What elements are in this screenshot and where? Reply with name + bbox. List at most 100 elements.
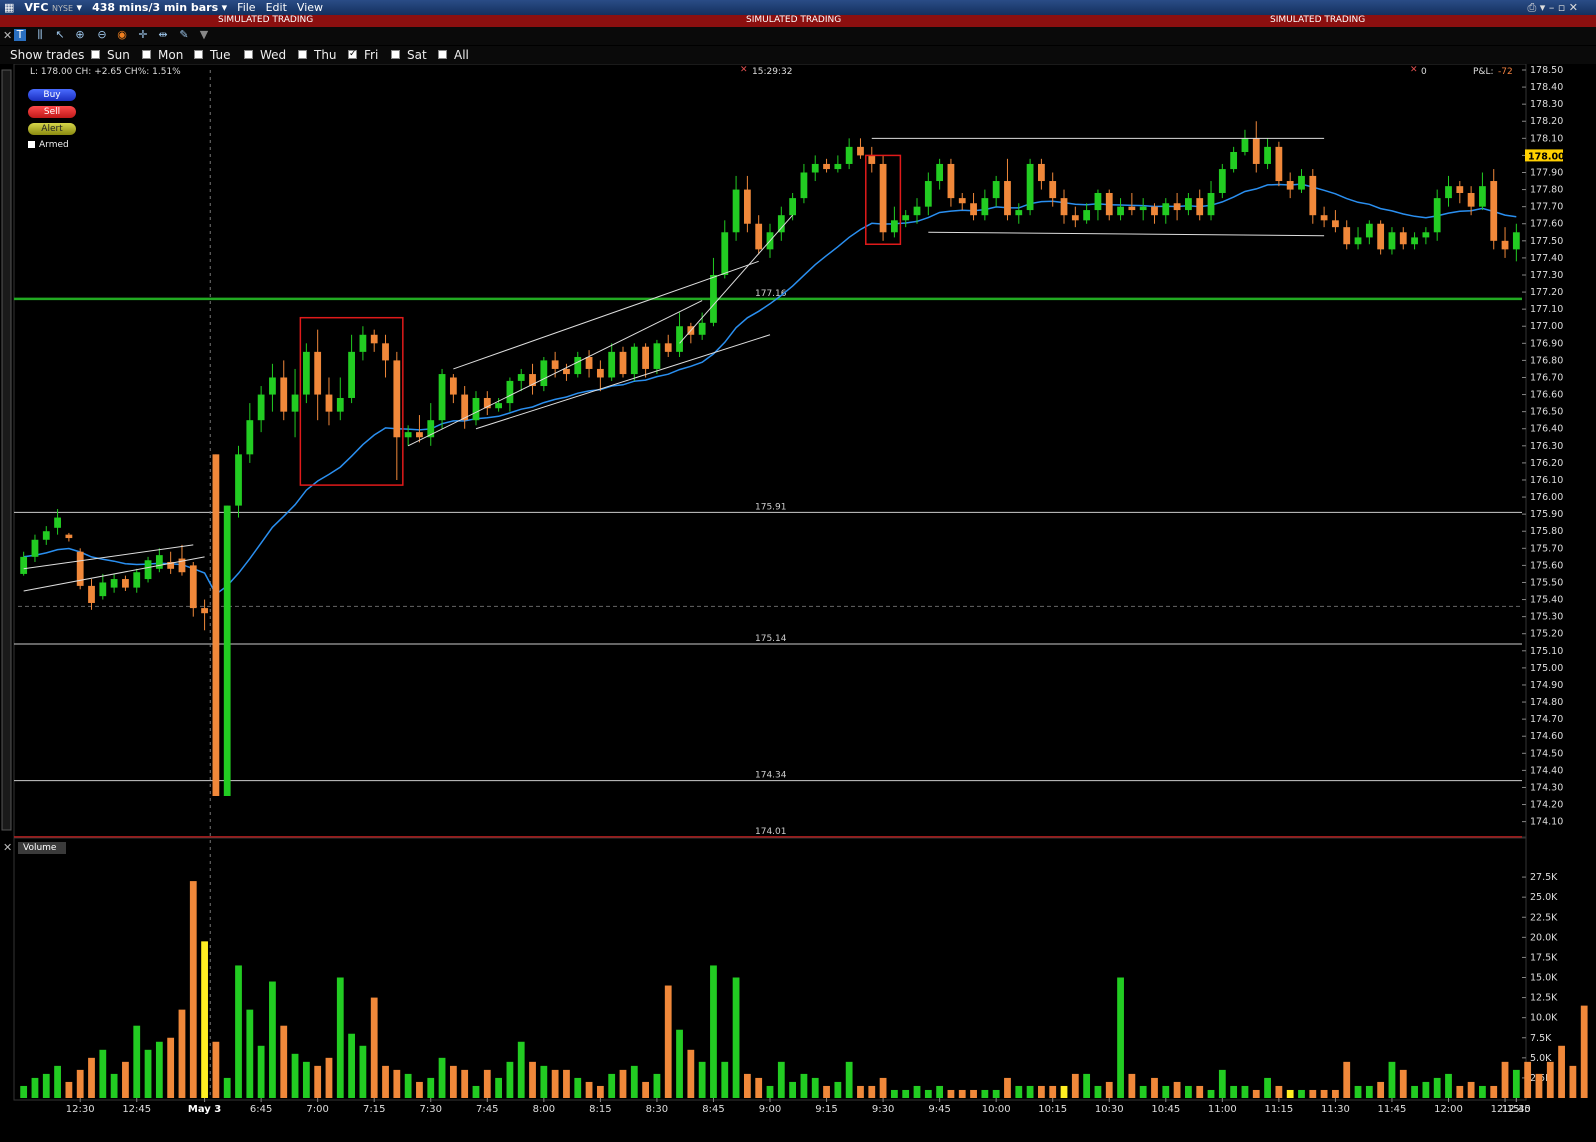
sell-button[interactable]: Sell (28, 106, 76, 118)
volume-bar (1128, 1073, 1136, 1098)
chart-area[interactable]: 178.50 178.40 178.30 178.20 178.10 178.00 177.… (0, 64, 1596, 1142)
candle-body (596, 368, 604, 378)
volume-bar (1071, 1073, 1079, 1098)
close-quote-icon[interactable]: ✕ (740, 65, 748, 75)
checkbox-sun[interactable] (91, 50, 100, 59)
candle-body (1173, 203, 1181, 211)
candle-body (212, 454, 220, 797)
checkbox-thu[interactable] (298, 50, 307, 59)
close-icon[interactable]: ✕ (3, 29, 12, 42)
volume-bar (144, 1049, 152, 1098)
crosshair-icon[interactable]: ✛ (137, 29, 149, 41)
candle-body (201, 608, 208, 614)
price-tick-label: 175.20 (1530, 629, 1563, 640)
close-volume-icon[interactable]: ✕ (3, 841, 12, 854)
candle-body (99, 582, 107, 597)
price-tick-label: 175.50 (1530, 577, 1563, 588)
candle-body (155, 555, 163, 569)
candle-body (619, 351, 627, 375)
volume-bar (777, 1061, 785, 1098)
volume-bar (1185, 1085, 1192, 1098)
window-controls[interactable]: ⎙ ▾ – ▫ ✕ (1528, 1, 1578, 15)
volume-bar (393, 1069, 401, 1098)
volume-bar (664, 985, 672, 1098)
bar-chart-icon[interactable]: ⫼ (34, 29, 46, 41)
volume-bar (879, 1077, 887, 1098)
volume-bar (1105, 1081, 1113, 1098)
candle-body (1456, 186, 1464, 193)
dropdown-icon[interactable]: ▼ (198, 29, 210, 41)
checkbox-mon[interactable] (142, 50, 151, 59)
alert-button[interactable]: Alert (28, 123, 76, 135)
volume-bar (1445, 1073, 1452, 1098)
buy-button[interactable]: Buy (28, 89, 76, 101)
volume-bar (212, 1041, 220, 1098)
checkbox-fri[interactable]: ✓ (348, 50, 357, 59)
candle-body (743, 189, 751, 224)
checkbox-sat[interactable] (391, 50, 400, 59)
globe-icon[interactable]: ◉ (116, 29, 128, 41)
candle-body (1026, 163, 1034, 211)
armed-checkbox[interactable] (28, 141, 35, 148)
cursor-icon[interactable]: ↖ (54, 29, 66, 41)
volume-bar (517, 1041, 525, 1098)
chart-icon[interactable]: T (14, 29, 26, 41)
volume-bar (201, 941, 208, 1098)
volume-bar (1286, 1089, 1294, 1098)
volume-bar (1298, 1089, 1305, 1098)
volume-bar (1535, 1073, 1543, 1098)
last-price-label: 178.00 (1528, 151, 1565, 162)
checkbox-wed[interactable] (244, 50, 253, 59)
zoom-out-icon[interactable]: ⊖ (96, 29, 108, 41)
volume-bar (823, 1085, 830, 1098)
candle-body (1218, 169, 1226, 193)
candle-body (789, 198, 797, 216)
price-tick-label: 178.20 (1530, 116, 1563, 127)
volume-bar (382, 1065, 389, 1098)
candle-body (563, 368, 570, 375)
volume-bar (1162, 1085, 1170, 1098)
volume-bar (1015, 1085, 1023, 1098)
volume-bar (370, 997, 378, 1098)
menu-view[interactable]: View (297, 1, 323, 14)
menu-edit[interactable]: Edit (266, 1, 287, 14)
candle-body (1071, 215, 1079, 221)
armed-toggle[interactable]: Armed (28, 140, 69, 150)
volume-bar (54, 1065, 61, 1098)
volume-bar (291, 1053, 299, 1098)
volume-bar (1524, 1061, 1532, 1098)
zoom-in-icon[interactable]: ⊕ (74, 29, 86, 41)
wrench-icon[interactable]: ✎ (178, 29, 190, 41)
price-level-label: 175.91 (755, 502, 787, 512)
candle-body (1377, 223, 1385, 250)
checkbox-all[interactable] (438, 50, 447, 59)
period-selector[interactable]: 438 mins/3 min bars ▾ (92, 1, 227, 14)
candle-body (20, 556, 28, 574)
candle-body (1501, 240, 1509, 250)
volume-bar (122, 1061, 129, 1098)
volume-bar (845, 1061, 853, 1098)
volume-bar (449, 1065, 457, 1098)
price-tick-label: 175.40 (1530, 595, 1563, 606)
volume-bar (1173, 1081, 1181, 1098)
time-tick-label: 10:15 (1038, 1104, 1067, 1115)
close-position-icon[interactable]: ✕ (1410, 65, 1418, 75)
symbol-selector[interactable]: VFC NYSE ▾ (24, 1, 82, 14)
volume-bar (495, 1077, 502, 1098)
volume-bar (766, 1085, 774, 1098)
candle-body (1411, 237, 1418, 245)
arrows-icon[interactable]: ⇹ (157, 29, 169, 41)
menu-file[interactable]: File (237, 1, 255, 14)
volume-bar (1546, 1061, 1554, 1098)
volume-bar (348, 1033, 355, 1098)
candle-body (890, 220, 898, 233)
volume-bar (529, 1061, 536, 1098)
volume-bar (540, 1065, 548, 1098)
candle-body (857, 146, 864, 156)
price-tick-label: 174.90 (1530, 680, 1563, 691)
price-tick-label: 177.20 (1530, 287, 1563, 298)
checkbox-tue[interactable] (194, 50, 203, 59)
price-tick-label: 177.30 (1530, 270, 1563, 281)
candle-body (1445, 186, 1452, 199)
candle-body (1196, 198, 1204, 216)
